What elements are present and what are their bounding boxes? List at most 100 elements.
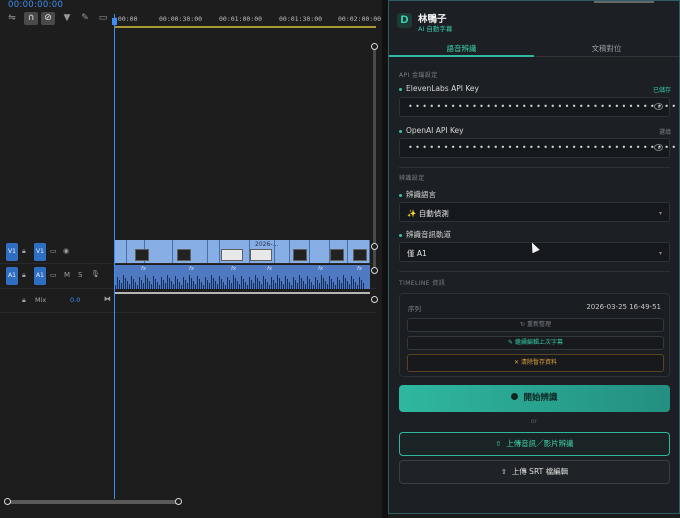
waveform-bar <box>359 277 360 289</box>
eye-icon[interactable] <box>654 144 663 151</box>
waveform-bar <box>307 276 308 289</box>
lock-icon[interactable]: 🔒︎ <box>22 247 26 256</box>
clip-segment[interactable] <box>115 240 127 263</box>
waveform-bar <box>193 281 194 289</box>
waveform-bar <box>205 277 206 289</box>
fx-badge: fx <box>141 266 147 272</box>
brand-tagline: AI 自動字幕 <box>418 25 453 33</box>
elevenlabs-key-input[interactable]: •••••••••••••••••••••••••••••••••••••• <box>399 97 676 117</box>
waveform-bar <box>159 285 160 289</box>
marker-icon[interactable]: ▼ <box>60 12 74 25</box>
scroll-handle[interactable] <box>371 267 378 274</box>
waveform-bar <box>303 281 304 289</box>
language-select[interactable]: ✨ 自動偵測 ▾ <box>399 202 670 222</box>
waveform-bar <box>167 275 168 289</box>
waveform-bar <box>287 279 288 289</box>
masked-key: •••••••••••••••••••••••••••••••••••••• <box>408 102 679 111</box>
upload-icon: ⇧ <box>495 440 502 448</box>
scroll-handle[interactable] <box>371 296 378 303</box>
start-recognition-button[interactable]: 開始辨識 <box>399 385 670 412</box>
start-recognition-label: 開始辨識 <box>523 393 558 403</box>
waveform-bar <box>117 277 118 289</box>
waveform-bar <box>361 280 362 289</box>
playhead-timecode[interactable]: 00:00:00:00 <box>8 0 63 10</box>
ripple-icon[interactable]: ⇋ <box>5 12 19 25</box>
bullet-icon <box>399 87 402 91</box>
bullet-icon <box>399 193 402 197</box>
waveform-bar <box>149 281 150 289</box>
tab-speech-recognition[interactable]: 語音辨識 <box>389 43 534 54</box>
waveform-bar <box>123 275 124 289</box>
waveform-bar <box>291 285 292 289</box>
openai-key-input[interactable]: •••••••••••••••••••••••••••••••••••••• <box>399 138 676 158</box>
magnet-icon[interactable]: ∩ <box>24 12 38 25</box>
scroll-handle[interactable] <box>175 498 182 505</box>
waveform-bar <box>321 275 322 289</box>
tab-script-alignment[interactable]: 文稿對位 <box>534 43 679 54</box>
fx-badge: fx <box>231 266 237 272</box>
wrench-icon[interactable]: ✎ <box>78 12 92 25</box>
waveform-bar <box>181 285 182 289</box>
solo-button[interactable]: S <box>78 271 82 279</box>
scroll-handle[interactable] <box>371 243 378 250</box>
target-track-a1[interactable]: A1 <box>34 267 46 285</box>
horizontal-scrollbar[interactable] <box>8 500 178 504</box>
source-patch-v1[interactable]: V1 <box>6 243 18 261</box>
mute-button[interactable]: M <box>64 271 70 279</box>
video-clip[interactable] <box>115 240 370 263</box>
upload-icon: ⇧ <box>500 468 507 476</box>
time-ruler[interactable]: :00:00 00:00:30:00 00:01:00:00 00:01:30:… <box>114 10 381 30</box>
refresh-button[interactable]: ↻ 重新整理 <box>407 318 664 332</box>
playhead[interactable] <box>114 14 115 499</box>
subtitle-plugin-panel: D 林鴨子 AI 自動字幕 語音辨識 文稿對位 API 金鑰設定 ElevenL… <box>388 0 680 514</box>
api-section-title: API 金鑰設定 <box>399 72 438 79</box>
scroll-handle[interactable] <box>371 43 378 50</box>
ruler-tick: :00:00 <box>114 15 138 23</box>
continue-editing-button[interactable]: ✎ 繼續編輯上次字幕 <box>407 336 664 350</box>
waveform-bar <box>213 278 214 289</box>
microphone-icon[interactable]: 🎙︎ <box>91 270 100 278</box>
target-track-v1[interactable]: V1 <box>34 243 46 261</box>
clip-segment[interactable] <box>208 240 220 263</box>
sync-lock-icon[interactable]: ▭ <box>50 271 57 279</box>
waveform-bar <box>305 284 306 289</box>
clip-segment[interactable] <box>145 240 173 263</box>
clip-thumbnail <box>177 249 191 261</box>
linked-selection-icon[interactable]: ⊘ <box>41 12 55 25</box>
waveform-bar <box>285 276 286 289</box>
clear-cache-button[interactable]: ✕ 清除暫存資料 <box>407 354 664 372</box>
waveform-bar <box>129 284 130 289</box>
waveform-bar <box>165 283 166 289</box>
lock-icon[interactable]: 🔒︎ <box>22 271 26 280</box>
waveform-bar <box>279 278 280 289</box>
waveform-bar <box>191 278 192 289</box>
waveform-bar <box>241 276 242 289</box>
waveform-bar <box>261 284 262 289</box>
waveform-bar <box>267 282 268 289</box>
upload-srt-button[interactable]: ⇧ 上傳 SRT 檔編輯 <box>399 460 670 484</box>
lock-icon[interactable]: 🔒︎ <box>22 296 26 305</box>
source-patch-a1[interactable]: A1 <box>6 267 18 285</box>
vertical-scrollbar[interactable] <box>373 46 376 271</box>
audio-clip[interactable]: fx fx fx fx fx fx <box>115 265 370 289</box>
eye-icon[interactable]: ◉ <box>63 247 69 255</box>
clip-segment[interactable] <box>310 240 330 263</box>
mix-expand-icon[interactable]: ⧓ <box>104 295 111 303</box>
scroll-handle[interactable] <box>4 498 11 505</box>
waveform-bar <box>269 285 270 289</box>
sync-lock-icon[interactable]: ▭ <box>50 247 57 255</box>
playhead-handle[interactable] <box>112 18 117 25</box>
elevenlabs-label-text: ElevenLabs API Key <box>406 84 479 93</box>
mix-volume-value[interactable]: 0.0 <box>70 296 80 304</box>
eye-icon[interactable] <box>654 103 663 110</box>
waveform-bar <box>295 280 296 289</box>
waveform-bar <box>243 279 244 289</box>
upload-srt-label: 上傳 SRT 檔編輯 <box>511 467 569 476</box>
work-area-bar[interactable] <box>114 26 376 28</box>
waveform-bar <box>355 282 356 289</box>
captions-icon[interactable]: ▭ <box>96 12 110 25</box>
waveform-bar <box>217 284 218 289</box>
upload-media-button[interactable]: ⇧ 上傳音訊／影片辨識 <box>399 432 670 456</box>
waveform-bar <box>273 280 274 289</box>
sequence-name: 2026-03-25 16-49-51 <box>586 303 661 311</box>
